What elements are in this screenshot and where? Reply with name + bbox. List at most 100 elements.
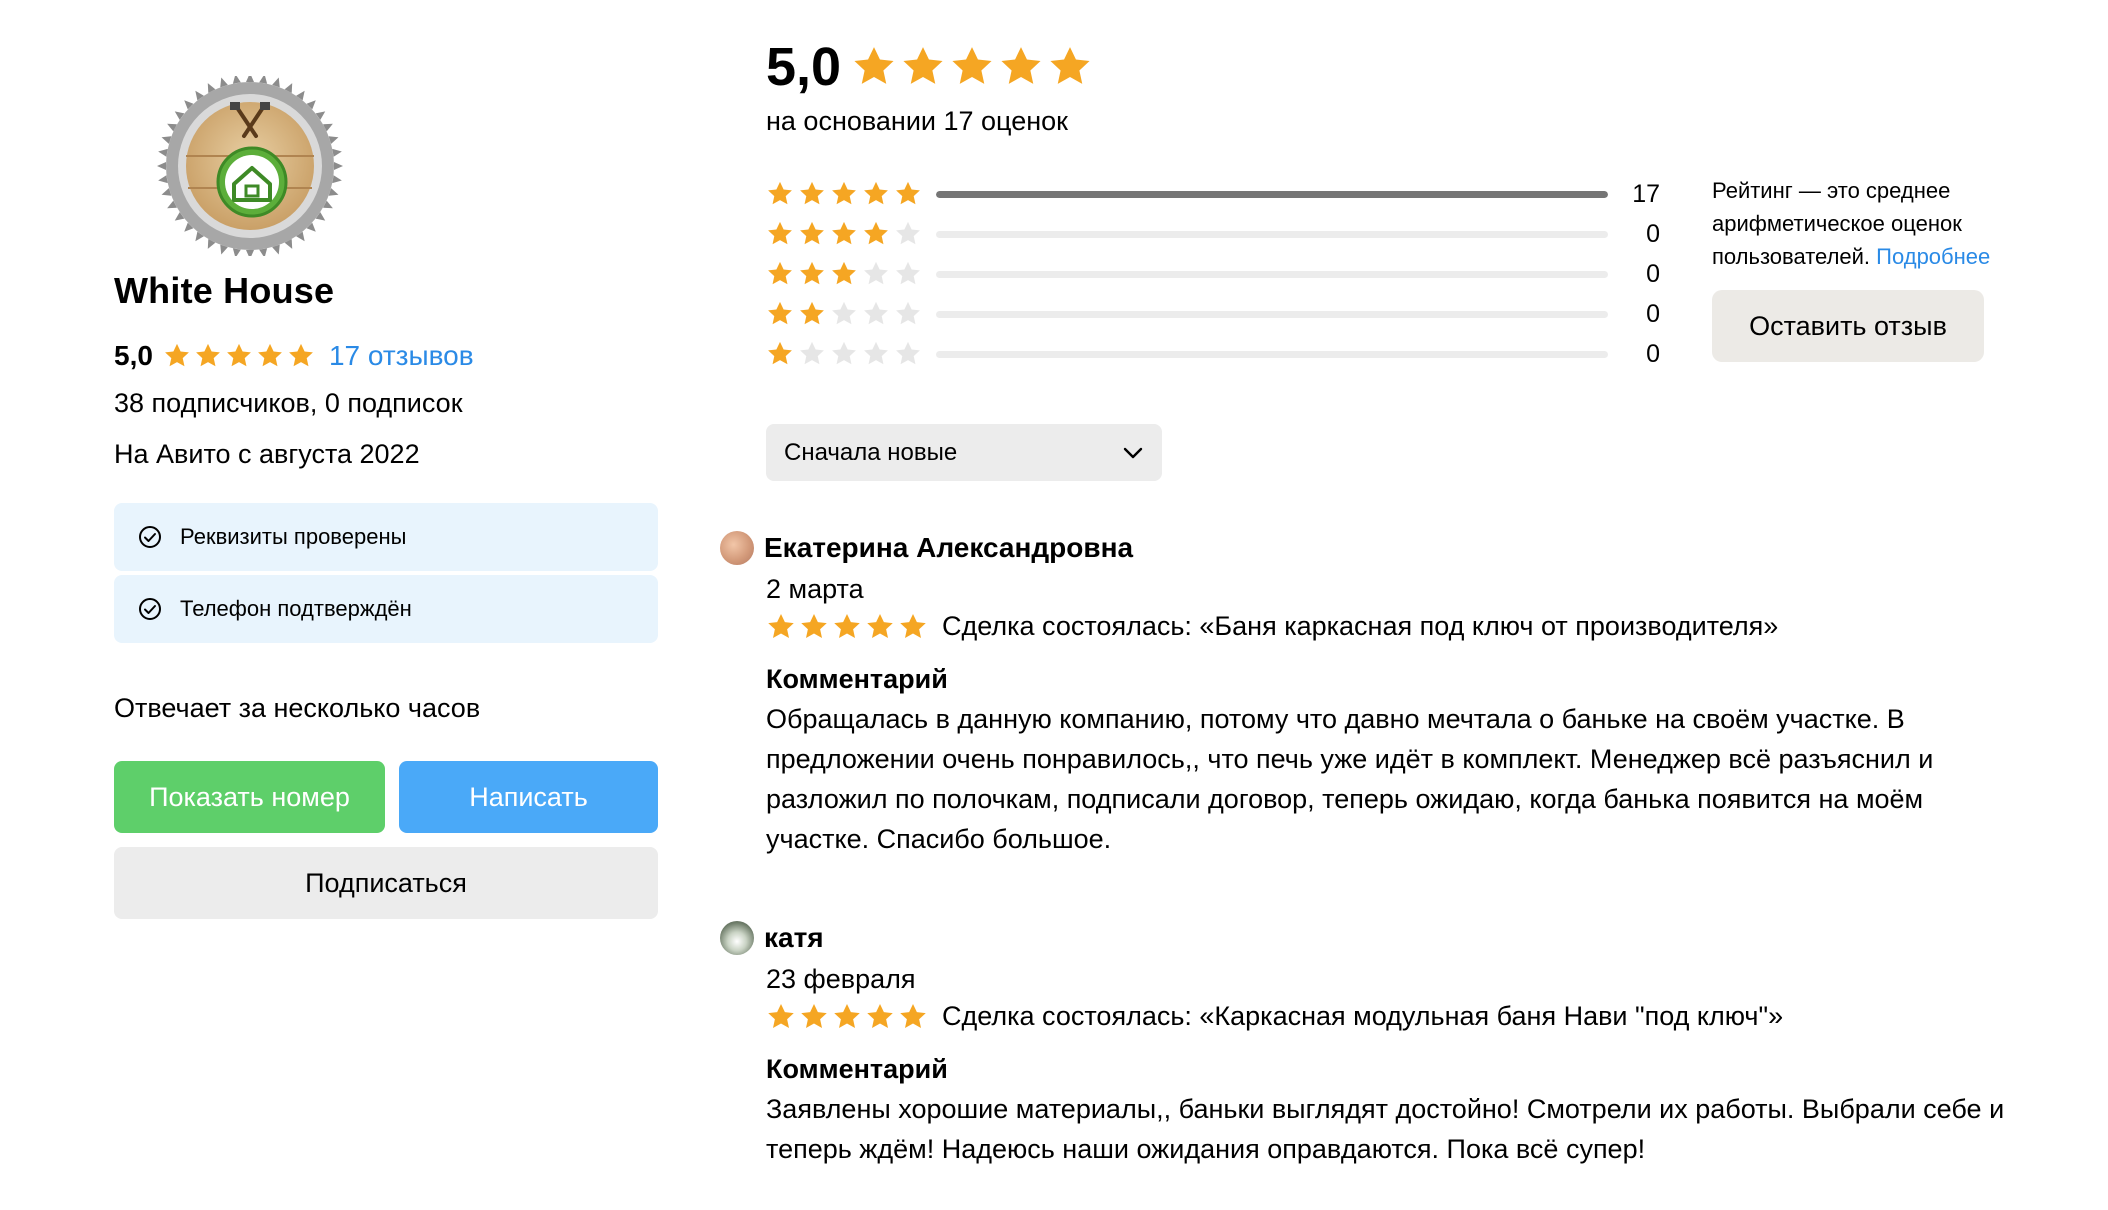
overall-stars <box>851 44 1093 90</box>
breakdown-stars <box>766 300 922 328</box>
reviewer-avatar[interactable] <box>720 921 754 955</box>
comment-label: Комментарий <box>766 1054 948 1084</box>
rating-explanation: Рейтинг — это среднее арифметическое оце… <box>1712 174 2042 273</box>
overall-rating: 5,0 <box>766 36 1093 98</box>
breakdown-bar <box>936 310 1608 318</box>
seller-rating-stars <box>163 342 315 370</box>
star-filled-icon <box>900 1003 926 1028</box>
reviewer-name[interactable]: Екатерина Александровна <box>764 532 1133 564</box>
leave-review-button[interactable]: Оставить отзыв <box>1712 290 1984 362</box>
star-filled-icon <box>800 301 824 325</box>
star-empty-icon <box>832 341 856 365</box>
badge-phone-confirmed: Телефон подтверждён <box>114 575 658 643</box>
contact-buttons: Показать номер Написать <box>114 761 658 833</box>
breakdown-row-1-stars: 0 <box>766 334 1660 374</box>
reviews-count-link[interactable]: 17 отзывов <box>329 340 474 372</box>
breakdown-row-2-stars: 0 <box>766 294 1660 334</box>
breakdown-row-5-stars: 17 <box>766 174 1660 214</box>
star-filled-icon <box>768 341 792 365</box>
star-empty-icon <box>896 221 920 245</box>
star-empty-icon <box>832 301 856 325</box>
star-filled-icon <box>196 343 220 367</box>
breakdown-count: 0 <box>1646 299 1660 328</box>
verification-badges: Реквизиты проверены Телефон подтверждён <box>114 503 658 647</box>
star-filled-icon <box>864 181 888 205</box>
star-filled-icon <box>801 1003 827 1028</box>
comment-text: Заявлены хорошие материалы,, баньки выгл… <box>766 1094 2005 1164</box>
breakdown-bar <box>936 190 1608 198</box>
comment-text: Обращалась в данную компанию, потому что… <box>766 704 1934 854</box>
breakdown-stars <box>766 180 922 208</box>
star-filled-icon <box>900 613 926 638</box>
overall-score: 5,0 <box>766 37 842 97</box>
star-filled-icon <box>896 181 920 205</box>
breakdown-stars <box>766 260 922 288</box>
subscribers-count[interactable]: 38 подписчиков, 0 подписок <box>114 388 463 419</box>
star-filled-icon <box>834 613 860 638</box>
check-circle-icon <box>138 597 162 621</box>
reviewer-avatar[interactable] <box>720 531 754 565</box>
review-stars <box>766 612 928 642</box>
star-filled-icon <box>834 1003 860 1028</box>
star-empty-icon <box>864 301 888 325</box>
star-filled-icon <box>867 1003 893 1028</box>
star-filled-icon <box>864 221 888 245</box>
breakdown-count: 0 <box>1646 339 1660 368</box>
breakdown-bar-fill <box>936 190 1608 198</box>
star-filled-icon <box>768 1003 794 1028</box>
more-info-link[interactable]: Подробнее <box>1876 244 1990 269</box>
star-filled-icon <box>1001 47 1041 84</box>
review-date: 23 февраля <box>766 964 916 994</box>
ratings-count: на основании 17 оценок <box>766 106 1068 136</box>
star-filled-icon <box>801 613 827 638</box>
reply-time: Отвечает за несколько часов <box>114 693 481 723</box>
member-since: На Авито с августа 2022 <box>114 439 420 469</box>
reviewer-name[interactable]: катя <box>764 922 824 954</box>
breakdown-count: 0 <box>1646 219 1660 248</box>
star-empty-icon <box>896 301 920 325</box>
review-item: катя 23 февраля Сделка состоялась: «Карк… <box>720 918 2050 1169</box>
seller-name: White House <box>114 270 335 311</box>
sort-dropdown[interactable]: Сначала новые <box>766 424 1162 481</box>
star-filled-icon <box>832 221 856 245</box>
breakdown-bar <box>936 350 1608 358</box>
star-filled-icon <box>854 47 894 84</box>
star-empty-icon <box>864 261 888 285</box>
star-filled-icon <box>952 47 992 84</box>
sort-selected-value: Сначала новые <box>784 438 958 466</box>
seller-rating: 5,0 17 отзывов <box>114 336 474 376</box>
badge-requisites-verified: Реквизиты проверены <box>114 503 658 571</box>
star-filled-icon <box>768 261 792 285</box>
deal-info: Сделка состоялась: «Каркасная модульная … <box>942 1001 1784 1031</box>
star-empty-icon <box>864 341 888 365</box>
star-filled-icon <box>867 613 893 638</box>
show-number-button[interactable]: Показать номер <box>114 761 385 833</box>
deal-info: Сделка состоялась: «Баня каркасная под к… <box>942 611 1779 641</box>
breakdown-row-4-stars: 0 <box>766 214 1660 254</box>
seller-logo[interactable] <box>118 73 382 259</box>
star-filled-icon <box>832 181 856 205</box>
seller-rating-value: 5,0 <box>114 340 153 371</box>
star-filled-icon <box>768 221 792 245</box>
review-item: Екатерина Александровна 2 марта Сделка с… <box>720 528 2050 859</box>
review-stars <box>766 1002 928 1032</box>
breakdown-stars <box>766 340 922 368</box>
write-message-button[interactable]: Написать <box>399 761 658 833</box>
star-filled-icon <box>800 221 824 245</box>
star-filled-icon <box>258 343 282 367</box>
star-filled-icon <box>165 343 189 367</box>
chevron-down-icon <box>1122 439 1144 467</box>
breakdown-count: 0 <box>1646 259 1660 288</box>
rating-breakdown: 17 0 0 0 0 <box>766 174 1660 374</box>
breakdown-bar <box>936 230 1608 238</box>
star-filled-icon <box>832 261 856 285</box>
star-filled-icon <box>227 343 251 367</box>
breakdown-stars <box>766 220 922 248</box>
subscribe-button[interactable]: Подписаться <box>114 847 658 919</box>
comment-label: Комментарий <box>766 664 948 694</box>
badge-label: Реквизиты проверены <box>180 524 407 549</box>
review-date: 2 марта <box>766 574 864 604</box>
star-filled-icon <box>800 181 824 205</box>
star-filled-icon <box>903 47 943 84</box>
star-filled-icon <box>768 301 792 325</box>
